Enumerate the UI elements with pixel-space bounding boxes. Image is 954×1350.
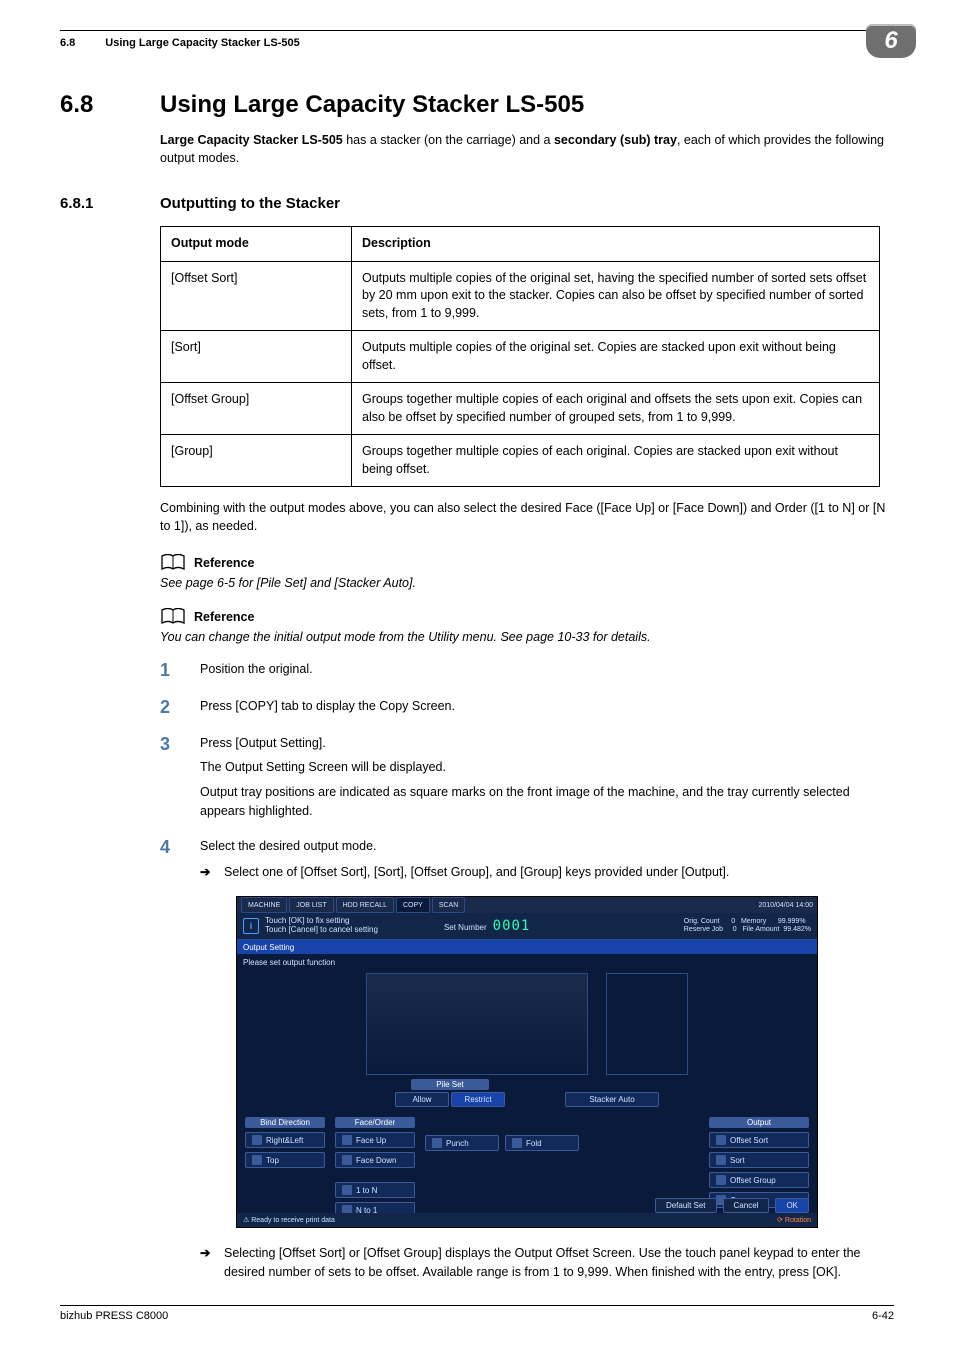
cell-mode: [Group] [161, 435, 352, 487]
intro-bold-1: Large Capacity Stacker LS-505 [160, 133, 343, 147]
face-icon [342, 1155, 352, 1165]
step-number: 3 [160, 734, 200, 755]
page-footer: bizhub PRESS C8000 6-42 [60, 1305, 894, 1322]
cell-mode: [Offset Group] [161, 383, 352, 435]
one-to-n-button[interactable]: 1 to N [335, 1182, 415, 1198]
fold-button[interactable]: Fold [505, 1135, 579, 1151]
output-mode-table: Output mode Description [Offset Sort]Out… [160, 226, 880, 487]
arrow-icon: ➔ [200, 863, 216, 882]
info-icon: i [243, 918, 259, 934]
stacker-auto-button[interactable]: Stacker Auto [565, 1092, 659, 1107]
step-text: Position the original. [200, 660, 313, 679]
sort-icon [716, 1135, 726, 1145]
tab-machine[interactable]: MACHINE [241, 897, 287, 913]
step-number: 4 [160, 837, 200, 858]
step-arrow-text: Selecting [Offset Sort] or [Offset Group… [224, 1244, 894, 1282]
offset-group-button[interactable]: Offset Group [709, 1172, 809, 1188]
sort-icon [716, 1155, 726, 1165]
set-number-value: 0001 [493, 918, 531, 934]
screen-title-strip: Output Setting [237, 940, 817, 954]
face-down-button[interactable]: Face Down [335, 1152, 415, 1168]
info-line-2: Touch [Cancel] to cancel setting [265, 926, 378, 935]
running-header: 6.8 Using Large Capacity Stacker LS-505 [60, 37, 894, 49]
right-left-button[interactable]: Right&Left [245, 1132, 325, 1148]
fold-icon [512, 1138, 522, 1148]
tab-joblist[interactable]: JOB LIST [289, 897, 333, 913]
step-sub-text: Output tray positions are indicated as s… [200, 783, 894, 821]
punch-button[interactable]: Punch [425, 1135, 499, 1151]
tab-copy[interactable]: COPY [396, 897, 430, 913]
output-label: Output [709, 1117, 809, 1128]
table-row: [Offset Group]Groups together multiple c… [161, 383, 880, 435]
face-order-label: Face/Order [335, 1117, 415, 1128]
cell-mode: [Offset Sort] [161, 261, 352, 331]
face-up-button[interactable]: Face Up [335, 1132, 415, 1148]
top-button[interactable]: Top [245, 1152, 325, 1168]
section-number: 6.8 [60, 91, 160, 119]
allow-button[interactable]: Allow [395, 1092, 449, 1107]
restrict-button[interactable]: Restrict [451, 1092, 505, 1107]
footer-right: 6-42 [872, 1310, 894, 1322]
machine-illustration [366, 973, 588, 1075]
book-icon [160, 554, 186, 572]
cancel-button[interactable]: Cancel [723, 1198, 770, 1213]
reference-heading: Reference [194, 610, 254, 624]
offset-sort-button[interactable]: Offset Sort [709, 1132, 809, 1148]
panel-stats: Orig. Count 0 Memory 99.999% Reserve Job… [684, 918, 811, 935]
group-icon [716, 1175, 726, 1185]
step-sub-text: The Output Setting Screen will be displa… [200, 758, 894, 777]
section-title: Using Large Capacity Stacker LS-505 [160, 91, 584, 119]
cell-desc: Groups together multiple copies of each … [352, 435, 880, 487]
step-arrow-text: Select one of [Offset Sort], [Sort], [Of… [224, 863, 729, 882]
step-text: Press [COPY] tab to display the Copy Scr… [200, 697, 455, 716]
tray-illustration [606, 973, 688, 1075]
panel-datetime: 2010/04/04 14:00 [759, 902, 814, 909]
book-icon [160, 608, 186, 626]
step-number: 2 [160, 697, 200, 718]
reference-text: See page 6-5 for [Pile Set] and [Stacker… [160, 576, 894, 590]
reference-heading: Reference [194, 556, 254, 570]
subsection-number: 6.8.1 [60, 195, 160, 212]
punch-icon [432, 1138, 442, 1148]
sort-button[interactable]: Sort [709, 1152, 809, 1168]
cell-desc: Outputs multiple copies of the original … [352, 331, 880, 383]
table-row: [Sort]Outputs multiple copies of the ori… [161, 331, 880, 383]
th-mode: Output mode [161, 227, 352, 262]
set-number-label: Set Number [444, 923, 487, 932]
chapter-badge: 6 [866, 24, 916, 58]
cell-mode: [Sort] [161, 331, 352, 383]
ok-button[interactable]: OK [775, 1198, 809, 1213]
subsection-title: Outputting to the Stacker [160, 195, 340, 212]
bind-icon [252, 1155, 262, 1165]
reference-text: You can change the initial output mode f… [160, 630, 894, 644]
pile-set-label: Pile Set [411, 1079, 489, 1090]
footer-left: bizhub PRESS C8000 [60, 1310, 168, 1322]
intro-bold-2: secondary (sub) tray [554, 133, 677, 147]
table-row: [Offset Sort]Outputs multiple copies of … [161, 261, 880, 331]
step-text: Select the desired output mode. [200, 837, 729, 856]
header-section-no: 6.8 [60, 37, 75, 49]
combine-note: Combining with the output modes above, y… [160, 499, 894, 535]
tab-scan[interactable]: SCAN [432, 897, 465, 913]
table-row: [Group]Groups together multiple copies o… [161, 435, 880, 487]
footer-status: ⚠ Ready to receive print data [243, 1216, 335, 1224]
th-desc: Description [352, 227, 880, 262]
step-text: Press [Output Setting]. [200, 734, 894, 753]
output-setting-screenshot: MACHINE JOB LIST HDD RECALL COPY SCAN 20… [236, 896, 818, 1228]
footer-rotation: ⟳ Rotation [777, 1216, 811, 1224]
bind-icon [252, 1135, 262, 1145]
bind-direction-label: Bind Direction [245, 1117, 325, 1128]
intro-mid: has a stacker (on the carriage) and a [343, 133, 554, 147]
header-section-title: Using Large Capacity Stacker LS-505 [105, 37, 299, 49]
step-number: 1 [160, 660, 200, 681]
default-set-button[interactable]: Default Set [655, 1198, 717, 1213]
order-icon [342, 1185, 352, 1195]
tab-hdd-recall[interactable]: HDD RECALL [336, 897, 394, 913]
cell-desc: Outputs multiple copies of the original … [352, 261, 880, 331]
arrow-icon: ➔ [200, 1244, 216, 1282]
face-icon [342, 1135, 352, 1145]
cell-desc: Groups together multiple copies of each … [352, 383, 880, 435]
intro-paragraph: Large Capacity Stacker LS-505 has a stac… [160, 131, 894, 167]
screen-message: Please set output function [237, 954, 817, 971]
